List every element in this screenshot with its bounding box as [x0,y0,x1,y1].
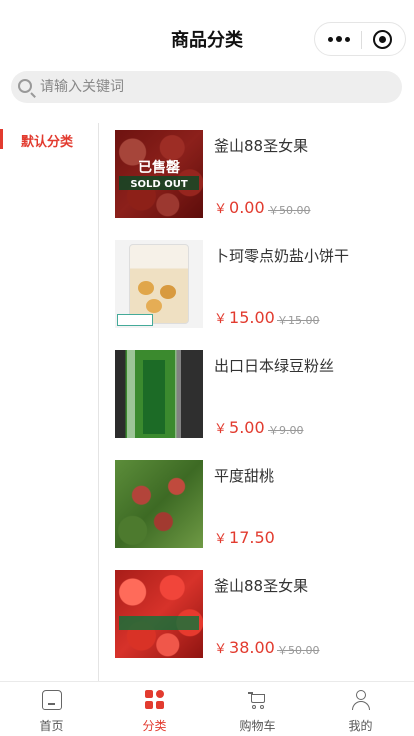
tab-category[interactable]: 分类 [103,682,206,736]
product-item[interactable]: 卜珂零点奶盐小饼干 ￥ 15.00 ￥15.00 [100,233,414,343]
miniprogram-capsule [314,22,406,56]
nav-bar: 商品分类 [0,0,414,68]
product-image [115,570,203,658]
product-price: ￥ 15.00 [214,308,275,327]
home-icon [42,690,62,710]
tab-bar: 首页 分类 购物车 我的 [0,681,414,736]
tab-label: 首页 [39,719,64,733]
tab-cart[interactable]: 购物车 [206,682,309,736]
biscuit-bag [129,244,189,324]
product-list: 已售罄 SOLD OUT 釜山88圣女果 ￥ 0.00 ￥50.00 卜珂零点奶盐… [100,123,414,681]
currency-symbol: ￥ [214,532,228,547]
original-price: ￥9.00 [268,424,304,437]
cart-icon [248,690,268,710]
sold-out-label-en: SOLD OUT [130,179,188,190]
product-name: 卜珂零点奶盐小饼干 [214,247,350,265]
tab-label: 分类 [142,719,167,733]
product-image: 已售罄 SOLD OUT [115,130,203,218]
capsule-divider [361,31,362,49]
product-item[interactable]: 出口日本绿豆粉丝 ￥ 5.00 ￥9.00 [100,343,414,453]
price-value: 0.00 [229,198,265,217]
tab-home[interactable]: 首页 [0,682,103,736]
sold-out-label: 已售罄 [138,160,180,176]
currency-symbol: ￥ [214,642,228,657]
product-image [115,240,203,328]
product-name: 平度甜桃 [214,467,275,485]
target-icon[interactable] [373,30,392,49]
product-price: ￥ 38.00 [214,638,275,657]
sidebar-item-label: 默认分类 [21,135,74,150]
price-value: 5.00 [229,418,265,437]
currency-symbol: ￥ [214,312,228,327]
product-image [115,350,203,438]
category-sidebar: 默认分类 [0,123,99,681]
sold-out-overlay: 已售罄 SOLD OUT [115,130,203,218]
currency-symbol: ￥ [214,202,228,217]
product-image [115,460,203,548]
active-indicator [0,129,3,149]
search-bar[interactable] [11,71,402,103]
tab-label: 购物车 [239,719,276,733]
product-name: 釜山88圣女果 [214,577,309,595]
user-icon [351,690,371,710]
product-price: ￥ 5.00 [214,418,265,437]
product-tag [117,314,153,326]
product-item[interactable]: 已售罄 SOLD OUT 釜山88圣女果 ￥ 0.00 ￥50.00 [100,123,414,233]
product-name: 釜山88圣女果 [214,137,309,155]
currency-symbol: ￥ [214,422,228,437]
package-gloss [127,350,135,438]
more-dots-icon[interactable] [326,31,352,47]
original-price: ￥50.00 [268,204,311,217]
search-input[interactable] [40,71,390,103]
tab-profile[interactable]: 我的 [309,682,412,736]
price-value: 17.50 [229,528,275,547]
sidebar-item-default[interactable]: 默认分类 [0,126,98,152]
price-value: 15.00 [229,308,275,327]
price-value: 38.00 [229,638,275,657]
original-price: ￥15.00 [277,314,320,327]
product-price: ￥ 17.50 [214,528,275,547]
search-icon [18,79,32,93]
package-stripe [143,360,165,434]
app: 商品分类 默认分类 已售罄 SOLD OUT 釜山8 [0,0,414,736]
package-gloss [175,350,181,438]
product-name: 出口日本绿豆粉丝 [214,357,335,375]
product-item[interactable]: 平度甜桃 ￥ 17.50 [100,453,414,563]
product-price: ￥ 0.00 [214,198,265,217]
original-price: ￥50.00 [277,644,320,657]
product-item[interactable]: 釜山88圣女果 ￥ 38.00 ￥50.00 [100,563,414,673]
tab-label: 我的 [348,719,373,733]
category-icon [145,690,165,710]
package-banner [119,616,199,630]
